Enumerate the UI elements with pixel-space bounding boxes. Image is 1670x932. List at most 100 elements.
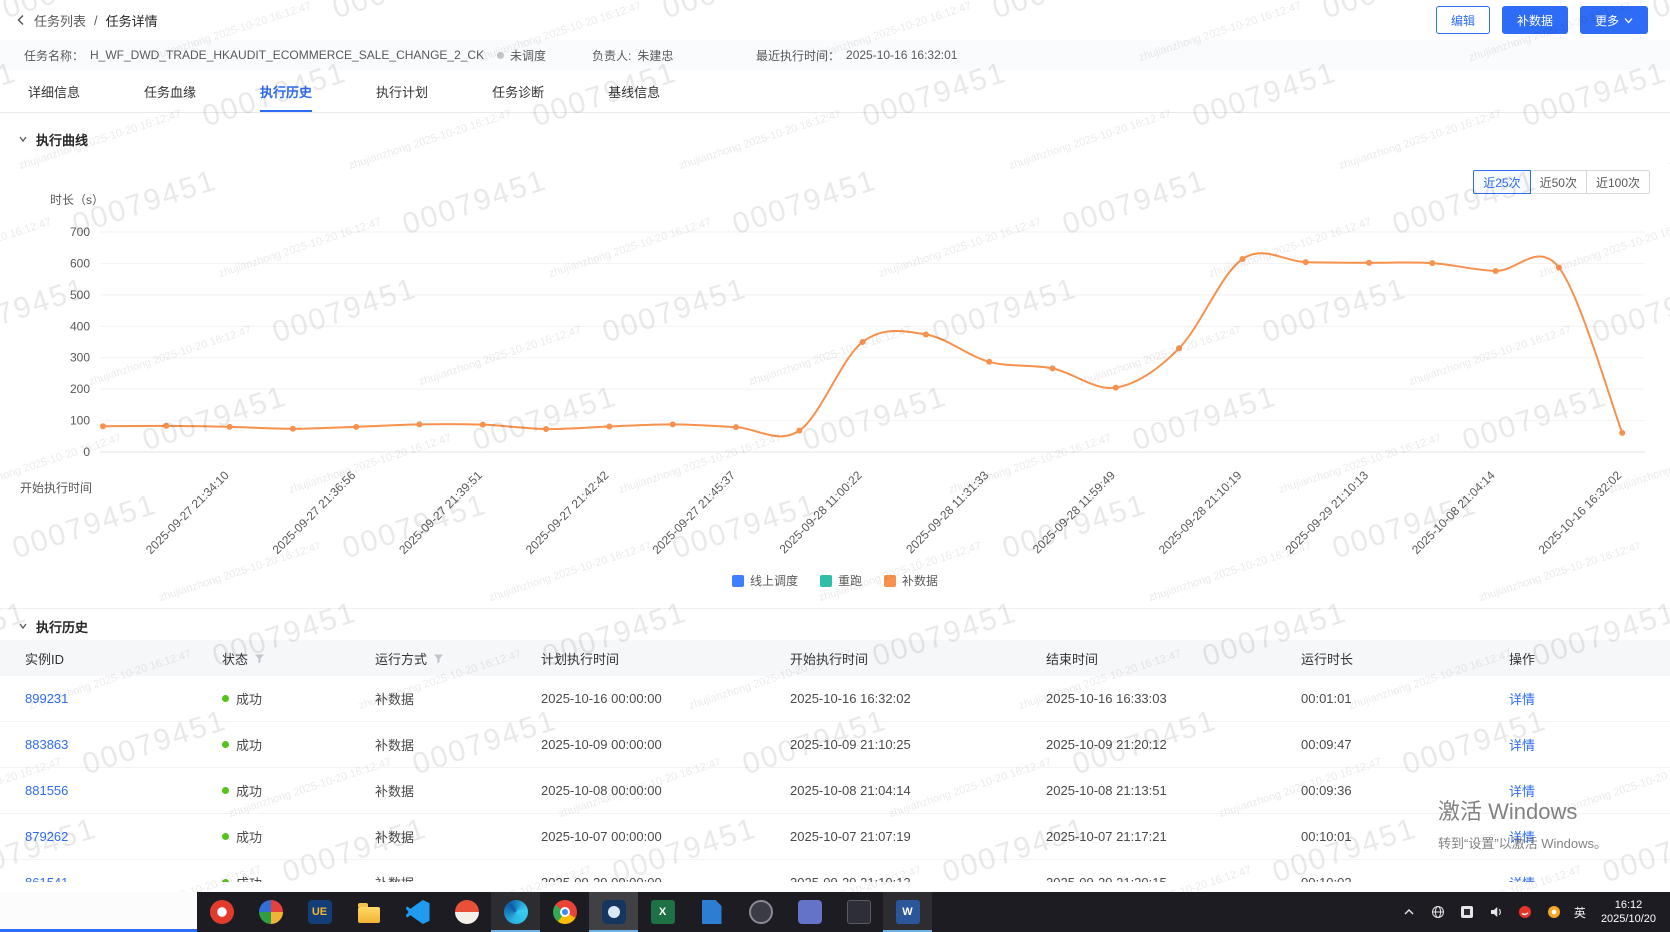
range-100-button[interactable]: 近100次 bbox=[1585, 170, 1650, 194]
windows-taskbar: UE X W 英 16:12 2025/10/20 bbox=[0, 892, 1670, 932]
last-exec-label: 最近执行时间： bbox=[756, 48, 841, 63]
tab-baseline-info[interactable]: 基线信息 bbox=[608, 70, 660, 112]
security-badge-icon[interactable] bbox=[1545, 903, 1563, 921]
detail-link[interactable]: 详情 bbox=[1509, 876, 1535, 882]
task-name: 任务名称： H_WF_DWD_TRADE_HKAUDIT_ECOMMERCE_SA… bbox=[24, 40, 484, 70]
tab-execution-plan[interactable]: 执行计划 bbox=[376, 70, 428, 112]
taskbar-app-dark-square[interactable] bbox=[834, 892, 883, 932]
clock-date: 2025/10/20 bbox=[1600, 913, 1656, 925]
taskbar-app-red-browser[interactable] bbox=[197, 892, 246, 932]
task-info-row: 任务名称： H_WF_DWD_TRADE_HKAUDIT_ECOMMERCE_SA… bbox=[0, 40, 1670, 70]
language-indicator[interactable]: 英 bbox=[1574, 904, 1586, 921]
run-mode-cell: 补数据 bbox=[375, 873, 541, 882]
tab-execution-history[interactable]: 执行历史 bbox=[260, 70, 313, 112]
table-row: 883863 成功 补数据 2025-10-09 00:00:00 2025-1… bbox=[0, 722, 1670, 768]
svg-text:300: 300 bbox=[70, 351, 90, 365]
start-time-cell: 2025-10-08 21:04:14 bbox=[790, 783, 911, 798]
taskbar-app-honeyview[interactable] bbox=[442, 892, 491, 932]
input-method-icon[interactable] bbox=[1458, 903, 1476, 921]
taskbar-app-chrome[interactable] bbox=[540, 892, 589, 932]
breadcrumb-task-list[interactable]: 任务列表 bbox=[34, 11, 86, 30]
collapse-chevron-icon[interactable] bbox=[18, 134, 28, 144]
run-mode-filter-icon[interactable] bbox=[433, 653, 444, 664]
tab-detail-info[interactable]: 详细信息 bbox=[28, 70, 80, 112]
chevron-up-icon[interactable] bbox=[1400, 903, 1418, 921]
success-dot-icon bbox=[222, 741, 229, 748]
detail-link[interactable]: 详情 bbox=[1509, 692, 1535, 707]
ultraedit-icon: UE bbox=[307, 900, 332, 924]
table-row: 861541 成功 补数据 2025-09-29 00:00:00 2025-0… bbox=[0, 860, 1670, 882]
detail-link[interactable]: 详情 bbox=[1509, 830, 1535, 845]
taskbar-app-ultraedit[interactable]: UE bbox=[295, 892, 344, 932]
taskbar-app-vscode[interactable] bbox=[393, 892, 442, 932]
instance-id-link[interactable]: 899231 bbox=[25, 691, 68, 706]
range-50-button[interactable]: 近50次 bbox=[1529, 170, 1587, 194]
taskbar-app-capture-tool[interactable] bbox=[589, 892, 638, 932]
last-exec: 最近执行时间： 2025-10-16 16:32:01 bbox=[756, 40, 957, 70]
end-time-cell: 2025-10-07 21:17:21 bbox=[1046, 829, 1167, 844]
status-text: 成功 bbox=[236, 784, 263, 799]
collapse-chevron-icon[interactable] bbox=[18, 621, 28, 631]
start-time-cell: 2025-10-09 21:10:25 bbox=[790, 737, 911, 752]
taskbar-app-pinwheel[interactable] bbox=[246, 892, 295, 932]
taskbar-search-box[interactable] bbox=[0, 892, 197, 932]
edit-button[interactable]: 编辑 bbox=[1435, 6, 1490, 34]
legend-item-1[interactable]: 重跑 bbox=[819, 572, 862, 589]
instance-id-link[interactable]: 881556 bbox=[25, 783, 68, 798]
taskbar-app-edge[interactable] bbox=[491, 892, 540, 932]
table-row: 881556 成功 补数据 2025-10-08 00:00:00 2025-1… bbox=[0, 768, 1670, 814]
word-icon: W bbox=[895, 900, 920, 924]
taskbar-app-file-explorer[interactable] bbox=[344, 892, 393, 932]
instance-id-link[interactable]: 861541 bbox=[25, 875, 68, 882]
svg-text:时长（s）: 时长（s） bbox=[50, 193, 104, 207]
legend-label: 重跑 bbox=[837, 574, 862, 588]
execution-curve-chart: 近25次 近50次 近100次 0 100 200 300 400 500 600 700 时长… bbox=[0, 158, 1670, 608]
table-row: 879262 成功 补数据 2025-10-07 00:00:00 2025-1… bbox=[0, 814, 1670, 860]
more-button-label: 更多 bbox=[1594, 13, 1619, 28]
excel-icon: X bbox=[650, 900, 675, 924]
range-25-button[interactable]: 近25次 bbox=[1473, 170, 1531, 194]
sogou-input-icon[interactable] bbox=[1516, 903, 1534, 921]
breadcrumb-current: 任务详情 bbox=[105, 13, 158, 29]
end-time-cell: 2025-10-09 21:20:12 bbox=[1046, 737, 1167, 752]
system-tray: 英 16:12 2025/10/20 bbox=[1400, 892, 1670, 932]
vscode-icon bbox=[405, 900, 430, 924]
svg-text:700: 700 bbox=[70, 225, 90, 239]
taskbar-app-dark-ball[interactable] bbox=[736, 892, 785, 932]
instance-id-link[interactable]: 883863 bbox=[25, 737, 68, 752]
network-globe-icon[interactable] bbox=[1429, 903, 1447, 921]
svg-text:2025-09-29 21:10:13: 2025-09-29 21:10:13 bbox=[1282, 468, 1371, 557]
chart-legend: 线上调度 重跑 补数据 bbox=[0, 572, 1670, 589]
taskbar-app-word[interactable]: W bbox=[883, 892, 932, 932]
tab-diagnosis[interactable]: 任务诊断 bbox=[492, 70, 544, 112]
status-filter-icon[interactable] bbox=[254, 653, 265, 664]
start-time-cell: 2025-09-29 21:10:13 bbox=[790, 875, 1046, 882]
end-time-cell: 2025-10-16 16:33:03 bbox=[1046, 691, 1167, 706]
svg-text:2025-09-27 21:36:56: 2025-09-27 21:36:56 bbox=[270, 468, 359, 557]
start-time-cell: 2025-10-16 16:32:02 bbox=[790, 691, 911, 706]
taskbar-app-excel[interactable]: X bbox=[638, 892, 687, 932]
owner-label: 负责人: bbox=[592, 48, 632, 63]
taskbar-app-blue-doc[interactable] bbox=[687, 892, 736, 932]
planned-time-cell: 2025-10-09 00:00:00 bbox=[541, 737, 662, 752]
more-button[interactable]: 更多 bbox=[1579, 6, 1648, 34]
col-operation: 操作 bbox=[1509, 651, 1536, 667]
tab-lineage[interactable]: 任务血缘 bbox=[144, 70, 196, 112]
detail-link[interactable]: 详情 bbox=[1509, 784, 1535, 799]
legend-item-2[interactable]: 补数据 bbox=[884, 572, 938, 589]
success-dot-icon bbox=[222, 879, 229, 882]
legend-item-0[interactable]: 线上调度 bbox=[731, 572, 798, 589]
chevron-down-icon bbox=[1624, 17, 1633, 23]
detail-link[interactable]: 详情 bbox=[1509, 738, 1535, 753]
svg-text:2025-09-28 11:00:22: 2025-09-28 11:00:22 bbox=[777, 468, 865, 556]
taskbar-clock[interactable]: 16:12 2025/10/20 bbox=[1597, 898, 1660, 927]
back-icon[interactable] bbox=[16, 14, 26, 26]
clock-time: 16:12 bbox=[1614, 898, 1643, 911]
legend-label: 线上调度 bbox=[749, 574, 798, 588]
taskbar-app-purple-app[interactable] bbox=[785, 892, 834, 932]
volume-icon[interactable] bbox=[1487, 903, 1505, 921]
instance-id-link[interactable]: 879262 bbox=[25, 829, 68, 844]
backfill-button[interactable]: 补数据 bbox=[1501, 6, 1568, 34]
line-chart: 0 100 200 300 400 500 600 700 时长（s） 开始执行时间 2025-09… bbox=[20, 193, 1645, 557]
planned-time-cell: 2025-10-08 00:00:00 bbox=[541, 783, 662, 798]
